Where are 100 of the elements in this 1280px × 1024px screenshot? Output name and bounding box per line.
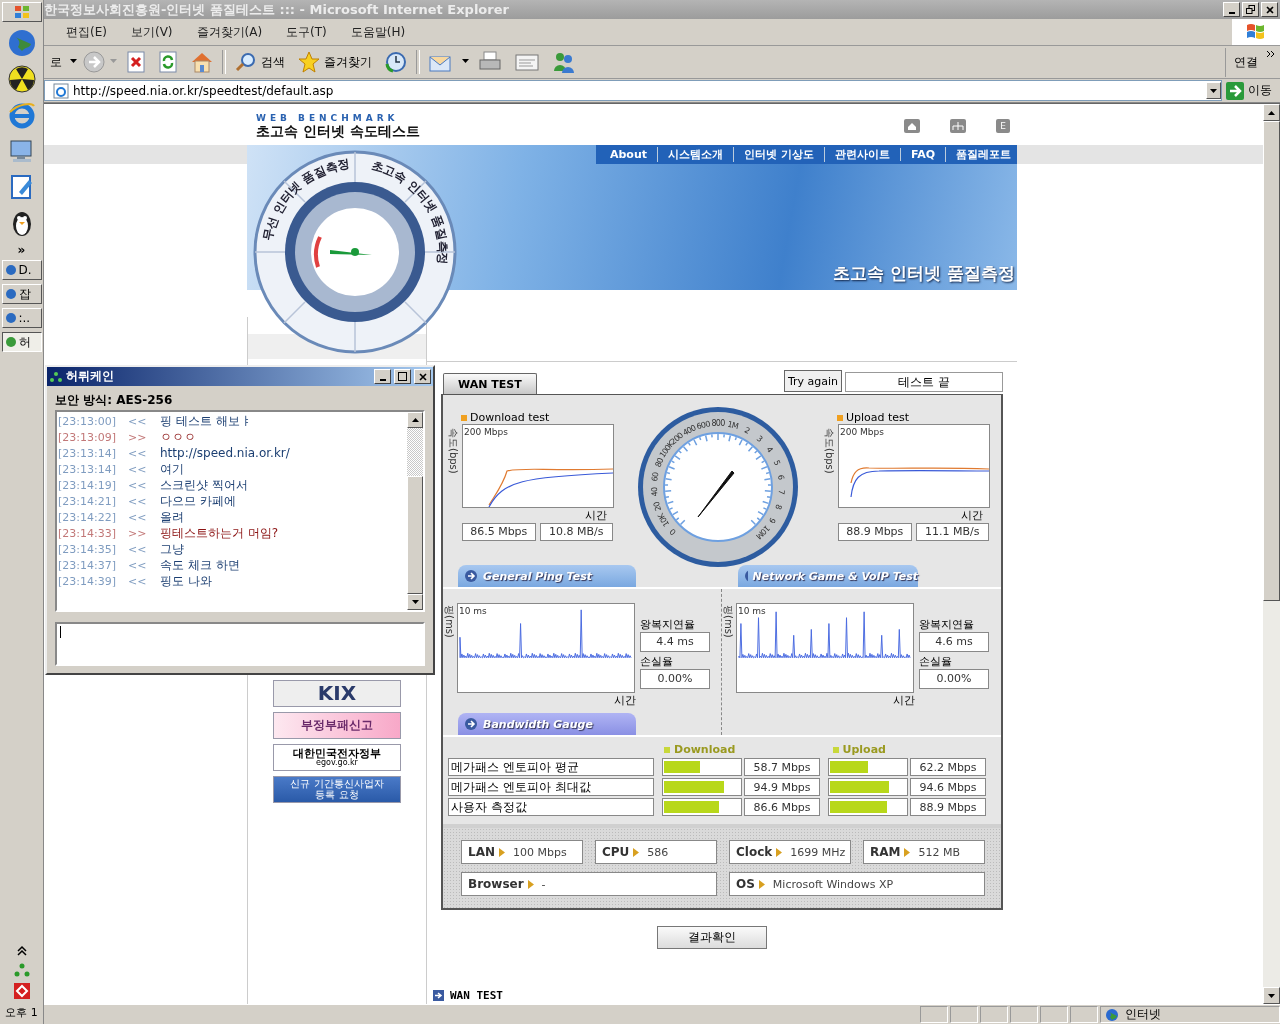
close-button[interactable] — [1261, 2, 1278, 17]
more-chevron[interactable]: » — [17, 244, 26, 256]
try-again-button[interactable]: Try again — [783, 370, 842, 392]
people-icon[interactable] — [552, 51, 576, 73]
arrow-bullet-icon — [633, 847, 640, 857]
history-icon[interactable] — [384, 50, 408, 74]
address-field[interactable]: http://speed.nia.or.kr/speedtest/default.asp — [44, 80, 1222, 101]
throughput-value: 10.8 MB/s — [539, 523, 613, 541]
caret-icon — [1210, 88, 1217, 93]
nav-link[interactable]: FAQ — [899, 148, 935, 161]
home-icon[interactable] — [190, 51, 214, 73]
loss-label: 손실율 — [919, 654, 953, 669]
app-icon — [4, 336, 17, 348]
menu-item[interactable]: 보기(V) — [130, 23, 173, 41]
message-input-field[interactable] — [55, 622, 425, 666]
expand-chevron-icon[interactable] — [15, 945, 28, 957]
refresh-icon[interactable] — [158, 51, 178, 73]
message-text: 핑도 나와 — [159, 572, 212, 590]
taskbar-button[interactable]: D. — [1, 260, 42, 280]
dropdown-button[interactable] — [1206, 82, 1221, 99]
scrollbar[interactable] — [407, 412, 423, 610]
result-button[interactable]: 결과확인 — [657, 926, 767, 949]
stop-icon[interactable] — [126, 51, 146, 73]
back-button[interactable]: 로 — [46, 53, 66, 71]
message-direction: >> — [127, 526, 148, 540]
minimize-button[interactable] — [1223, 2, 1240, 17]
restore-button[interactable] — [1242, 2, 1259, 17]
axis-max-label: 10 ms — [459, 606, 487, 616]
network-nodes-icon[interactable] — [13, 963, 30, 977]
side-banner[interactable]: 부정부패신고 — [273, 712, 401, 739]
favorites-button[interactable]: 즐겨찾기 — [293, 51, 376, 73]
message-text: ㅇㅇㅇ — [159, 428, 196, 446]
minimize-button[interactable] — [374, 369, 391, 384]
nav-link[interactable]: 관련사이트 — [823, 147, 890, 162]
arrow-bullet-icon — [904, 847, 911, 857]
message-text: 여기 — [159, 460, 184, 478]
start-button[interactable] — [1, 2, 42, 22]
menu-item[interactable]: 도움말(H) — [350, 23, 406, 41]
throughput-value: 11.1 MB/s — [915, 523, 989, 541]
close-button[interactable] — [414, 369, 431, 384]
scroll-up-button[interactable] — [1263, 104, 1280, 121]
gauge-scale-label: 5 — [771, 458, 782, 467]
radiation-icon[interactable] — [6, 64, 37, 94]
message-time: [23:14:19] — [57, 478, 117, 492]
down-arrow-icon — [411, 600, 419, 604]
gauge-scale-label: 80 — [653, 456, 666, 469]
scroll-down-button[interactable] — [407, 594, 423, 610]
scroll-thumb[interactable] — [1263, 121, 1280, 601]
system-info-label: Clock — [736, 845, 773, 859]
axis-label: 시간 — [961, 508, 983, 523]
menu-item[interactable]: 편집(E) — [66, 23, 107, 41]
maximize-button[interactable] — [394, 369, 411, 384]
menu-item[interactable]: 도구(T) — [286, 23, 327, 41]
up-arrow-icon — [1268, 110, 1275, 115]
message-time: [23:14:39] — [57, 574, 117, 588]
message-direction: >> — [127, 430, 148, 444]
printer-icon[interactable] — [478, 51, 502, 73]
status-bar-pane — [950, 1006, 978, 1023]
scroll-up-button[interactable] — [407, 412, 423, 428]
status-bar-pane — [980, 1006, 1008, 1023]
search-button[interactable]: 검색 — [230, 51, 289, 73]
message-direction: << — [127, 510, 148, 524]
bandwidth-value: 94.6 Mbps — [910, 778, 986, 796]
nav-link[interactable]: 품질레포트 — [945, 147, 1011, 162]
message-direction: << — [127, 446, 148, 460]
scroll-thumb[interactable] — [407, 476, 423, 594]
menu-item[interactable]: 즐겨찾기(A) — [196, 23, 263, 41]
scroll-down-button[interactable] — [1263, 987, 1280, 1004]
axis-label: 시간 — [585, 508, 607, 523]
gauge-scale-label: 600 — [695, 419, 711, 432]
arrow-bullet-icon — [499, 847, 505, 857]
taskbar-button[interactable]: 허 — [1, 332, 42, 352]
message-text: http://speed.nia.or.kr/ — [159, 446, 290, 460]
nav-link[interactable]: 시스템소개 — [657, 147, 724, 162]
wan-test-tab[interactable]: WAN TEST — [443, 373, 537, 394]
side-banner[interactable]: KIX — [273, 680, 401, 707]
links-button[interactable]: 연결 — [1225, 47, 1262, 77]
brand-tagline: WEB BENCHMARK — [256, 113, 400, 123]
caret-icon[interactable] — [462, 59, 470, 65]
message-time: [23:13:09] — [57, 430, 117, 444]
message-direction: << — [127, 478, 148, 492]
taskbar-button[interactable]: :.. — [1, 308, 42, 328]
arrow-bullet-icon — [433, 990, 444, 1001]
go-button[interactable]: 이동 — [1226, 81, 1280, 100]
side-banner[interactable]: 신규 기간통신사업자 등록 요청 — [273, 776, 401, 803]
more-chevron-icon[interactable] — [1266, 50, 1276, 58]
down-arrow-icon — [1268, 993, 1275, 998]
scrollbar[interactable] — [1263, 104, 1280, 1004]
nav-link[interactable]: About — [610, 148, 648, 161]
arrow-bullet-icon — [527, 879, 534, 889]
status-bar-pane — [920, 1006, 948, 1023]
home-icon[interactable] — [904, 119, 920, 133]
globe-icon[interactable] — [6, 28, 37, 58]
app-icon — [4, 312, 17, 324]
taskbar-button[interactable]: 잡 — [1, 284, 42, 304]
nav-link[interactable]: 인터넷 기상도 — [733, 147, 814, 162]
side-banner[interactable]: 대한민국전자정부 egov.go.kr — [273, 744, 401, 771]
sitemap-icon[interactable] — [950, 119, 966, 133]
caret-icon[interactable] — [70, 59, 78, 65]
minimize-icon — [379, 379, 386, 381]
